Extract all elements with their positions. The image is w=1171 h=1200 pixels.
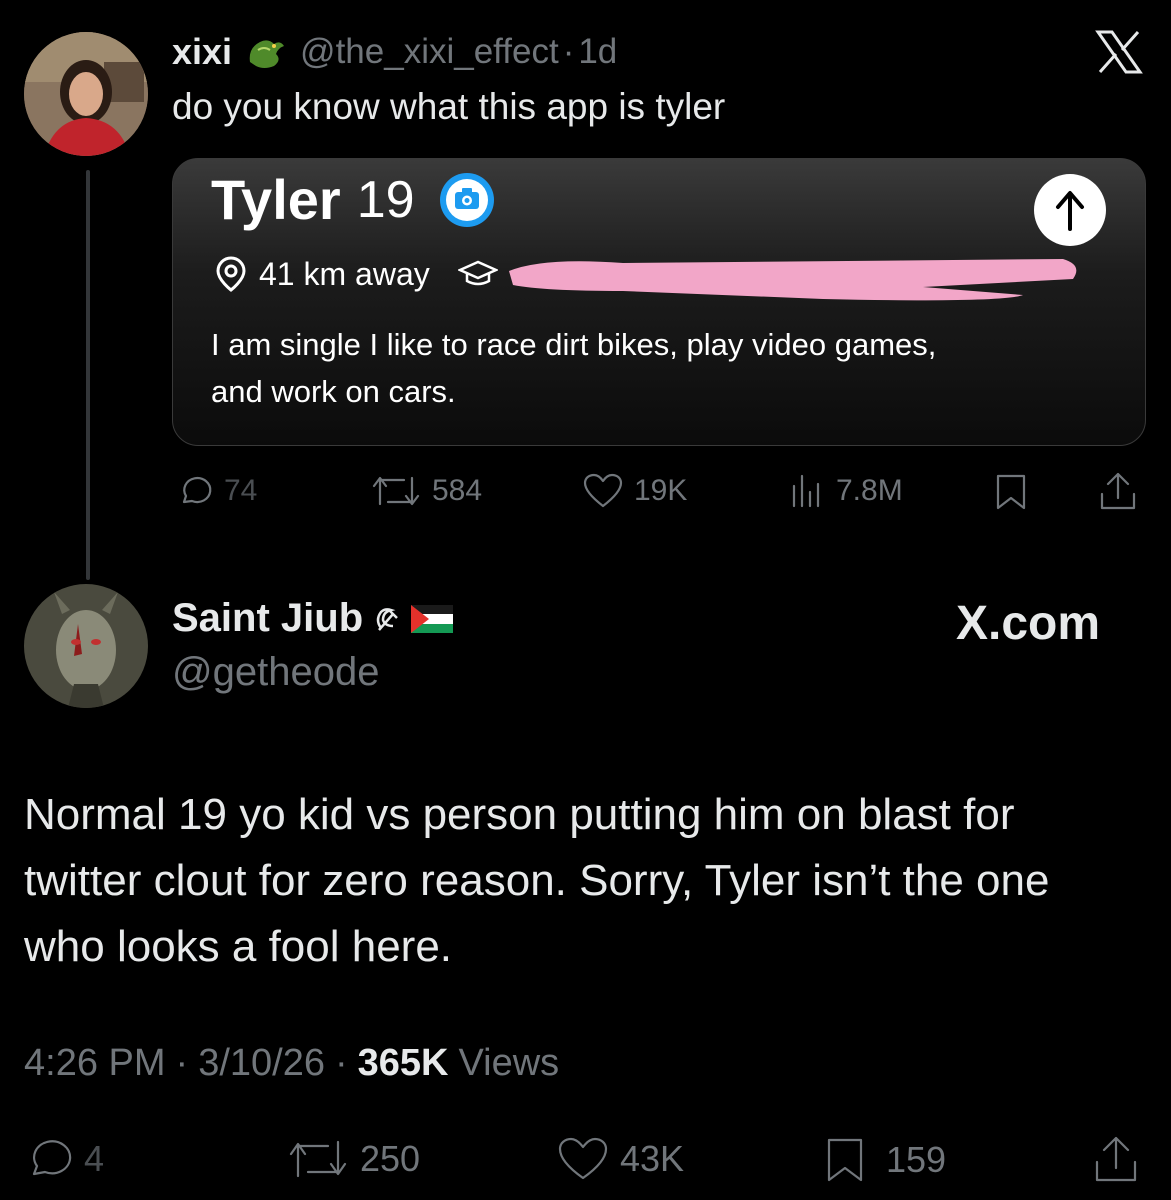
reply-repost-button[interactable]: 250 [286,1136,420,1182]
card-age: 19 [356,170,415,229]
card-distance-row: 41 km away [213,255,498,293]
reply-author-name[interactable]: Saint Jiub [172,596,363,641]
reply-button[interactable]: 74 [176,472,257,510]
location-pin-icon [213,255,249,293]
share-icon [1092,1134,1140,1184]
reply-meta-separator-1: · [175,1042,189,1084]
graduation-cap-icon [457,259,498,289]
author-name[interactable]: xixi [172,31,232,73]
reply-count: 74 [224,474,258,507]
reply-share-button[interactable] [1092,1134,1140,1184]
reply-meta-separator-2: · [334,1042,348,1084]
reply-reply-button[interactable]: 4 [26,1136,104,1182]
header-separator: · [562,32,575,71]
heart-icon [556,1136,610,1182]
reply-date[interactable]: 3/10/26 [198,1042,325,1085]
dragon-icon [244,32,288,72]
reply-bookmark-button[interactable]: 159 [824,1136,946,1184]
card-title-row: Tyler 19 [211,167,495,232]
card-bio-line-1: I am single I like to race dirt bikes, p… [211,327,937,362]
reply-reply-count: 4 [84,1138,105,1179]
card-name: Tyler [211,168,341,231]
reply-tweet-text: Normal 19 yo kid vs person putting him o… [24,790,1050,971]
thread-connector-line [86,170,90,580]
reply-author-row: Saint Jiub [172,596,454,641]
reply-bookmark-count: 159 [886,1139,947,1180]
views-icon [788,472,826,510]
reply-views-label: Views [458,1042,560,1084]
reply-meta-row: 4:26 PM · 3/10/26 · 365K Views [24,1042,559,1085]
repost-icon [286,1136,350,1182]
avatar-xixi[interactable] [24,32,148,156]
camera-badge-icon [439,172,495,228]
attached-profile-card[interactable]: Tyler 19 41 km away I am single I like t… [172,158,1146,446]
share-icon [1098,470,1138,512]
share-button[interactable] [1098,470,1138,512]
avatar-saint-jiub-image [24,584,148,708]
like-button[interactable]: 19K [582,472,687,510]
reply-icon [176,472,214,510]
hammer-sickle-icon [373,604,401,634]
heart-icon [582,472,624,510]
reply-like-button[interactable]: 43K [556,1136,684,1182]
original-tweet-header: xixi @the_xixi_effect · 1d [172,30,617,74]
author-handle[interactable]: @the_xixi_effect [300,32,559,72]
avatar-xixi-image [24,32,148,156]
reply-like-count: 43K [620,1138,685,1179]
x-logo-icon[interactable] [1094,30,1144,74]
repost-icon [370,472,422,510]
redaction-scribble [503,251,1085,303]
bookmark-icon [824,1136,866,1184]
card-bio-line-2: and work on cars. [211,374,456,409]
repost-button[interactable]: 584 [370,472,482,510]
arrow-up-icon[interactable] [1031,171,1109,249]
reply-time[interactable]: 4:26 PM [24,1042,166,1085]
x-com-brand: X.com [956,597,1101,650]
like-count: 19K [634,474,688,507]
reply-icon [26,1136,74,1182]
repost-count: 584 [432,474,483,507]
reply-author-handle[interactable]: @getheode [172,650,379,695]
views-count: 7.8M [836,474,903,507]
bookmark-button[interactable] [994,472,1028,512]
tweet-time-ago[interactable]: 1d [578,32,617,72]
palestine-flag-icon [411,604,454,633]
views-button[interactable]: 7.8M [788,472,903,510]
bookmark-icon [994,472,1028,512]
reply-views-count: 365K [357,1042,449,1084]
reply-repost-count: 250 [360,1138,421,1179]
original-tweet-text: do you know what this app is tyler [172,86,726,127]
avatar-saint-jiub[interactable] [24,584,148,708]
card-distance: 41 km away [259,255,430,292]
